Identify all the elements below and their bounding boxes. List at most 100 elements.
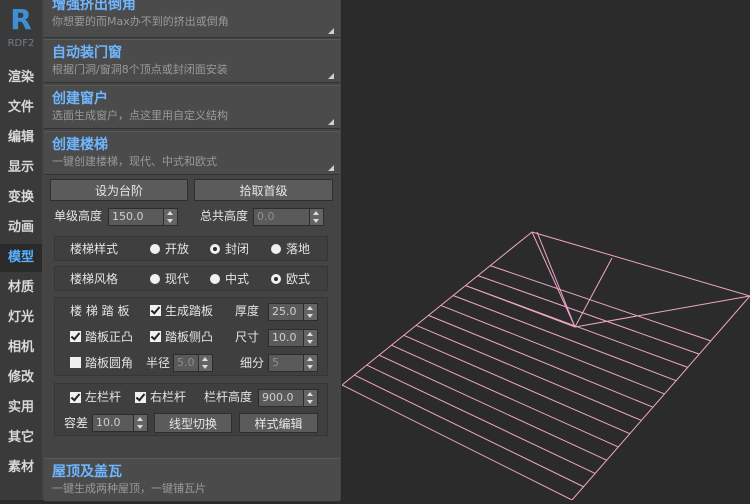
- spinner-arrows-icon[interactable]: [198, 355, 212, 371]
- rail-height-label: 栏杆高度: [204, 390, 253, 404]
- rollout-create-window[interactable]: 创建窗户 选面生成窗户，点这里用自定义结构: [44, 85, 340, 129]
- tread-side-label: 踏板侧凸: [165, 330, 214, 344]
- sidebar-item-camera[interactable]: 相机: [0, 334, 42, 362]
- wire-landing: [574, 295, 750, 328]
- expand-arrow-icon: [328, 73, 334, 79]
- radius-label: 半径: [146, 356, 171, 370]
- app-logo: R RDF2: [0, 3, 42, 50]
- rail-height-spinner[interactable]: 900.0: [258, 389, 318, 407]
- wire-step: [490, 265, 712, 342]
- rollout-subtitle: 一键生成两种屋顶，一键铺瓦片: [52, 482, 206, 495]
- sidebar-item-model[interactable]: 模型: [0, 244, 42, 272]
- tolerance-spinner[interactable]: 10.0: [92, 414, 148, 432]
- sidebar-item-render[interactable]: 渲染: [0, 64, 42, 92]
- rollout-title: 创建楼梯: [52, 137, 108, 153]
- wire-step: [415, 324, 642, 421]
- rollout-subtitle: 你想要的而Max办不到的挤出或倒角: [52, 15, 229, 28]
- wire-edge: [571, 295, 750, 501]
- sidebar-item-assets[interactable]: 素材: [0, 454, 42, 482]
- rollout-auto-doors-windows[interactable]: 自动装门窗 根据门洞/窗洞8个顶点或封闭面安装: [44, 39, 340, 83]
- sidebar-item-light[interactable]: 灯光: [0, 304, 42, 332]
- radio-chinese-label: 中式: [225, 272, 250, 286]
- 3d-viewport[interactable]: [341, 0, 750, 501]
- main-sidebar: R RDF2 渲染 文件 编辑 显示 变换 动画 模型 材质 灯光 相机 修改 …: [0, 0, 43, 500]
- tread-side-checkbox[interactable]: [150, 331, 161, 342]
- expand-arrow-icon: [328, 119, 334, 125]
- tread-round-checkbox[interactable]: [70, 357, 81, 368]
- radius-value: 5.0: [177, 356, 195, 369]
- radio-closed[interactable]: [210, 244, 220, 254]
- sidebar-item-edit[interactable]: 编辑: [0, 124, 42, 152]
- step-height-spinner[interactable]: 150.0: [108, 208, 178, 226]
- radio-floor[interactable]: [271, 244, 281, 254]
- wire-edge: [531, 231, 750, 297]
- tread-front-checkbox[interactable]: [70, 331, 81, 342]
- spinner-arrows-icon[interactable]: [163, 209, 177, 225]
- spinner-arrows-icon[interactable]: [309, 209, 323, 225]
- rollout-title: 增强挤出倒角: [52, 0, 136, 13]
- set-step-button[interactable]: 设为台阶: [50, 179, 188, 201]
- pick-first-step-button[interactable]: 拾取首级: [194, 179, 333, 201]
- spinner-arrows-icon[interactable]: [303, 355, 317, 371]
- thickness-spinner[interactable]: 25.0: [268, 303, 318, 321]
- size-spinner[interactable]: 10.0: [268, 329, 318, 347]
- radius-spinner[interactable]: 5.0: [173, 354, 213, 372]
- rollout-create-stairs[interactable]: 创建楼梯 一键创建楼梯，现代、中式和欧式: [44, 131, 340, 175]
- wire-step: [378, 354, 607, 461]
- tool-panel: 增强挤出倒角 你想要的而Max办不到的挤出或倒角 自动装门窗 根据门洞/窗洞8个…: [42, 0, 342, 502]
- gen-tread-label: 生成踏板: [165, 304, 214, 318]
- stairs-wireframe: [341, 231, 750, 501]
- sidebar-item-utility[interactable]: 实用: [0, 394, 42, 422]
- radio-open-label: 开放: [165, 242, 190, 256]
- left-rail-label: 左栏杆: [85, 390, 122, 404]
- sidebar-item-modify[interactable]: 修改: [0, 364, 42, 392]
- line-switch-button[interactable]: 线型切换: [154, 413, 232, 433]
- sidebar-item-transform[interactable]: 变换: [0, 184, 42, 212]
- expand-arrow-icon: [328, 165, 334, 171]
- rail-height-value: 900.0: [262, 391, 294, 404]
- thickness-value: 25.0: [272, 305, 297, 318]
- right-rail-label: 右栏杆: [150, 390, 187, 404]
- radio-european[interactable]: [271, 274, 281, 284]
- gen-tread-checkbox[interactable]: [150, 305, 161, 316]
- subdiv-spinner[interactable]: 5: [268, 354, 318, 372]
- subdiv-value: 5: [272, 356, 279, 369]
- wire-step: [465, 285, 688, 368]
- left-rail-checkbox[interactable]: [70, 392, 81, 403]
- spinner-arrows-icon[interactable]: [303, 390, 317, 406]
- sidebar-item-file[interactable]: 文件: [0, 94, 42, 122]
- sidebar-item-animation[interactable]: 动画: [0, 214, 42, 242]
- sidebar-item-other[interactable]: 其它: [0, 424, 42, 452]
- style-edit-button[interactable]: 样式编辑: [239, 413, 318, 433]
- right-rail-checkbox[interactable]: [135, 392, 146, 403]
- wire-step: [354, 374, 584, 488]
- spinner-arrows-icon[interactable]: [303, 330, 317, 346]
- spinner-arrows-icon[interactable]: [133, 415, 147, 431]
- rollout-extrude-bevel[interactable]: 增强挤出倒角 你想要的而Max办不到的挤出或倒角: [44, 0, 340, 38]
- sidebar-item-material[interactable]: 材质: [0, 274, 42, 302]
- sidebar-item-display[interactable]: 显示: [0, 154, 42, 182]
- radio-modern[interactable]: [150, 274, 160, 284]
- rollout-subtitle: 一键创建楼梯，现代、中式和欧式: [52, 155, 217, 168]
- tread-round-label: 踏板圆角: [85, 356, 134, 370]
- wire-step: [452, 295, 677, 382]
- thickness-label: 厚度: [235, 304, 260, 318]
- rollout-subtitle: 选面生成窗户，点这里用自定义结构: [52, 109, 228, 122]
- wire-edge: [341, 384, 573, 501]
- tolerance-value: 10.0: [96, 416, 121, 429]
- radio-european-label: 欧式: [286, 272, 311, 286]
- rollout-title: 创建窗户: [52, 91, 108, 107]
- logo-letter: R: [10, 3, 32, 36]
- radio-chinese[interactable]: [210, 274, 220, 284]
- radio-closed-label: 封闭: [225, 242, 250, 256]
- size-label: 尺寸: [235, 330, 260, 344]
- tread-front-label: 踏板正凸: [85, 330, 134, 344]
- wire-step: [477, 275, 700, 355]
- stair-style-label: 楼梯样式: [70, 242, 119, 256]
- rollout-roof-tiles[interactable]: 屋顶及盖瓦 一键生成两种屋顶，一键铺瓦片: [44, 458, 340, 502]
- radio-open[interactable]: [150, 244, 160, 254]
- radio-modern-label: 现代: [165, 272, 190, 286]
- spinner-arrows-icon[interactable]: [303, 304, 317, 320]
- total-height-spinner[interactable]: 0.0: [253, 208, 324, 226]
- step-height-value: 150.0: [112, 210, 144, 223]
